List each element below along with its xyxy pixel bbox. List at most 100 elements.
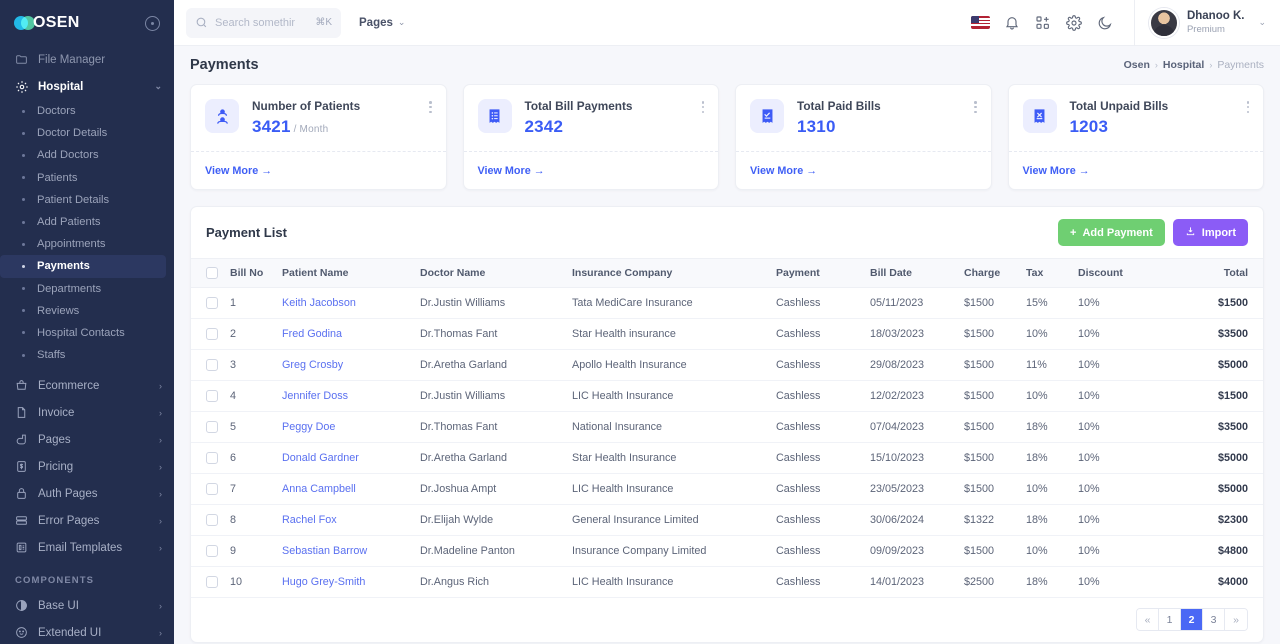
row-checkbox[interactable] — [206, 297, 218, 309]
column-doctor-name[interactable]: Doctor Name — [414, 259, 566, 288]
table-row[interactable]: 1Keith JacobsonDr.Justin WilliamsTata Me… — [191, 288, 1263, 319]
row-checkbox[interactable] — [206, 576, 218, 588]
table-row[interactable]: 3Greg CrosbyDr.Aretha GarlandApollo Heal… — [191, 350, 1263, 381]
sidebar-item-staffs[interactable]: Staffs — [0, 344, 174, 366]
sidebar-item-add-patients[interactable]: Add Patients — [0, 211, 174, 233]
sidebar-item-extended-ui[interactable]: Extended UI › — [0, 619, 174, 644]
patient-link[interactable]: Keith Jacobson — [282, 297, 356, 309]
search-input[interactable] — [215, 17, 295, 29]
pagination-page-2[interactable]: 2 — [1181, 609, 1203, 630]
patient-link[interactable]: Rachel Fox — [282, 514, 337, 526]
sidebar-item-pages[interactable]: Pages › — [0, 426, 174, 453]
patient-link[interactable]: Donald Gardner — [282, 452, 359, 464]
pages-dropdown[interactable]: Pages ⌄ — [359, 17, 405, 29]
view-more-link[interactable]: View More → — [750, 165, 817, 177]
user-menu[interactable]: Dhanoo K. Premium ⌄ — [1134, 0, 1266, 46]
add-payment-button[interactable]: + Add Payment — [1058, 219, 1165, 246]
import-button[interactable]: Import — [1173, 219, 1248, 246]
column-tax[interactable]: Tax — [1020, 259, 1072, 288]
card-menu-button[interactable] — [1247, 99, 1250, 115]
card-menu-button[interactable] — [429, 99, 432, 115]
table-row[interactable]: 10Hugo Grey-SmithDr.Angus RichLIC Health… — [191, 567, 1263, 598]
patient-link[interactable]: Peggy Doe — [282, 421, 335, 433]
view-more-link[interactable]: View More → — [205, 165, 272, 177]
card-menu-button[interactable] — [974, 99, 977, 115]
breadcrumb-osen[interactable]: Osen — [1124, 59, 1150, 71]
sidebar-item-doctor-details[interactable]: Doctor Details — [0, 122, 174, 144]
cell-doctor-name: Dr.Aretha Garland — [414, 350, 566, 381]
sidebar-item-base-ui[interactable]: Base UI › — [0, 592, 174, 619]
column-patient-name[interactable]: Patient Name — [276, 259, 414, 288]
row-checkbox[interactable] — [206, 421, 218, 433]
sidebar-item-hospital-contacts[interactable]: Hospital Contacts — [0, 322, 174, 344]
row-checkbox[interactable] — [206, 390, 218, 402]
dark-mode-toggle[interactable] — [1090, 8, 1120, 38]
column-bill-no[interactable]: Bill No — [224, 259, 276, 288]
settings-button[interactable] — [1059, 8, 1089, 38]
sidebar-item-invoice[interactable]: Invoice › — [0, 399, 174, 426]
sidebar-item-payments[interactable]: Payments — [0, 255, 166, 277]
sidebar-item-patients[interactable]: Patients — [0, 167, 174, 189]
breadcrumb-hospital[interactable]: Hospital — [1163, 59, 1204, 71]
column-discount[interactable]: Discount — [1072, 259, 1162, 288]
table-row[interactable]: 7Anna CampbellDr.Joshua AmptLIC Health I… — [191, 474, 1263, 505]
patient-link[interactable]: Greg Crosby — [282, 359, 343, 371]
table-row[interactable]: 5Peggy DoeDr.Thomas FantNational Insuran… — [191, 412, 1263, 443]
sidebar-item-appointments[interactable]: Appointments — [0, 233, 174, 255]
row-checkbox[interactable] — [206, 359, 218, 371]
sidebar-item-email-templates[interactable]: Email Templates › — [0, 534, 174, 561]
view-more-link[interactable]: View More → — [478, 165, 545, 177]
cell-payment: Cashless — [770, 319, 864, 350]
row-checkbox[interactable] — [206, 545, 218, 557]
patient-link[interactable]: Sebastian Barrow — [282, 545, 367, 557]
pagination-page-3[interactable]: 3 — [1203, 609, 1225, 630]
card-menu-button[interactable] — [702, 99, 705, 115]
table-row[interactable]: 6Donald GardnerDr.Aretha GarlandStar Hea… — [191, 443, 1263, 474]
patient-link[interactable]: Hugo Grey-Smith — [282, 576, 365, 588]
row-checkbox[interactable] — [206, 514, 218, 526]
patient-link[interactable]: Fred Godina — [282, 328, 342, 340]
sidebar-item-error-pages[interactable]: Error Pages › — [0, 507, 174, 534]
sidebar-item-pricing[interactable]: Pricing › — [0, 453, 174, 480]
pagination-page-1[interactable]: 1 — [1159, 609, 1181, 630]
apps-button[interactable] — [1028, 8, 1058, 38]
language-flag-button[interactable] — [966, 8, 996, 38]
search-box[interactable]: ⌘K — [186, 8, 341, 38]
row-checkbox[interactable] — [206, 452, 218, 464]
table-row[interactable]: 2Fred GodinaDr.Thomas FantStar Health in… — [191, 319, 1263, 350]
pagination-prev[interactable]: « — [1137, 609, 1159, 630]
stat-card-value: 1203 — [1070, 117, 1169, 137]
sidebar-item-ecommerce[interactable]: Ecommerce › — [0, 372, 174, 399]
sidebar-item-patient-details[interactable]: Patient Details — [0, 189, 174, 211]
row-checkbox[interactable] — [206, 328, 218, 340]
table-row[interactable]: 9Sebastian BarrowDr.Madeline PantonInsur… — [191, 536, 1263, 567]
column-bill-date[interactable]: Bill Date — [864, 259, 958, 288]
table-row[interactable]: 4Jennifer DossDr.Justin WilliamsLIC Heal… — [191, 381, 1263, 412]
sidebar-item-label: Extended UI — [38, 627, 101, 639]
row-checkbox[interactable] — [206, 483, 218, 495]
column-charge[interactable]: Charge — [958, 259, 1020, 288]
row-select-cell — [191, 288, 224, 319]
sidebar-item-file-manager[interactable]: File Manager — [0, 46, 174, 73]
column-total[interactable]: Total — [1162, 259, 1263, 288]
select-all-checkbox[interactable] — [206, 267, 218, 279]
sidebar-collapse-circle-icon[interactable] — [145, 16, 160, 31]
patient-link[interactable]: Jennifer Doss — [282, 390, 348, 402]
table-row[interactable]: 8Rachel FoxDr.Elijah WyldeGeneral Insura… — [191, 505, 1263, 536]
sidebar-item-reviews[interactable]: Reviews — [0, 300, 174, 322]
cell-total: $1500 — [1162, 381, 1263, 412]
sidebar-item-hospital[interactable]: Hospital ⌄ — [0, 73, 174, 100]
sidebar-item-departments[interactable]: Departments — [0, 278, 174, 300]
sidebar-brand[interactable]: OSEN — [0, 0, 174, 46]
chevron-right-icon: › — [159, 628, 162, 638]
column-payment[interactable]: Payment — [770, 259, 864, 288]
notifications-button[interactable] — [997, 8, 1027, 38]
sidebar-sub-label: Patients — [37, 172, 77, 184]
sidebar-item-doctors[interactable]: Doctors — [0, 100, 174, 122]
patient-link[interactable]: Anna Campbell — [282, 483, 356, 495]
pagination-next[interactable]: » — [1225, 609, 1247, 630]
column-insurance-company[interactable]: Insurance Company — [566, 259, 770, 288]
sidebar-item-add-doctors[interactable]: Add Doctors — [0, 144, 174, 166]
sidebar-item-auth-pages[interactable]: Auth Pages › — [0, 480, 174, 507]
view-more-link[interactable]: View More → — [1023, 165, 1090, 177]
